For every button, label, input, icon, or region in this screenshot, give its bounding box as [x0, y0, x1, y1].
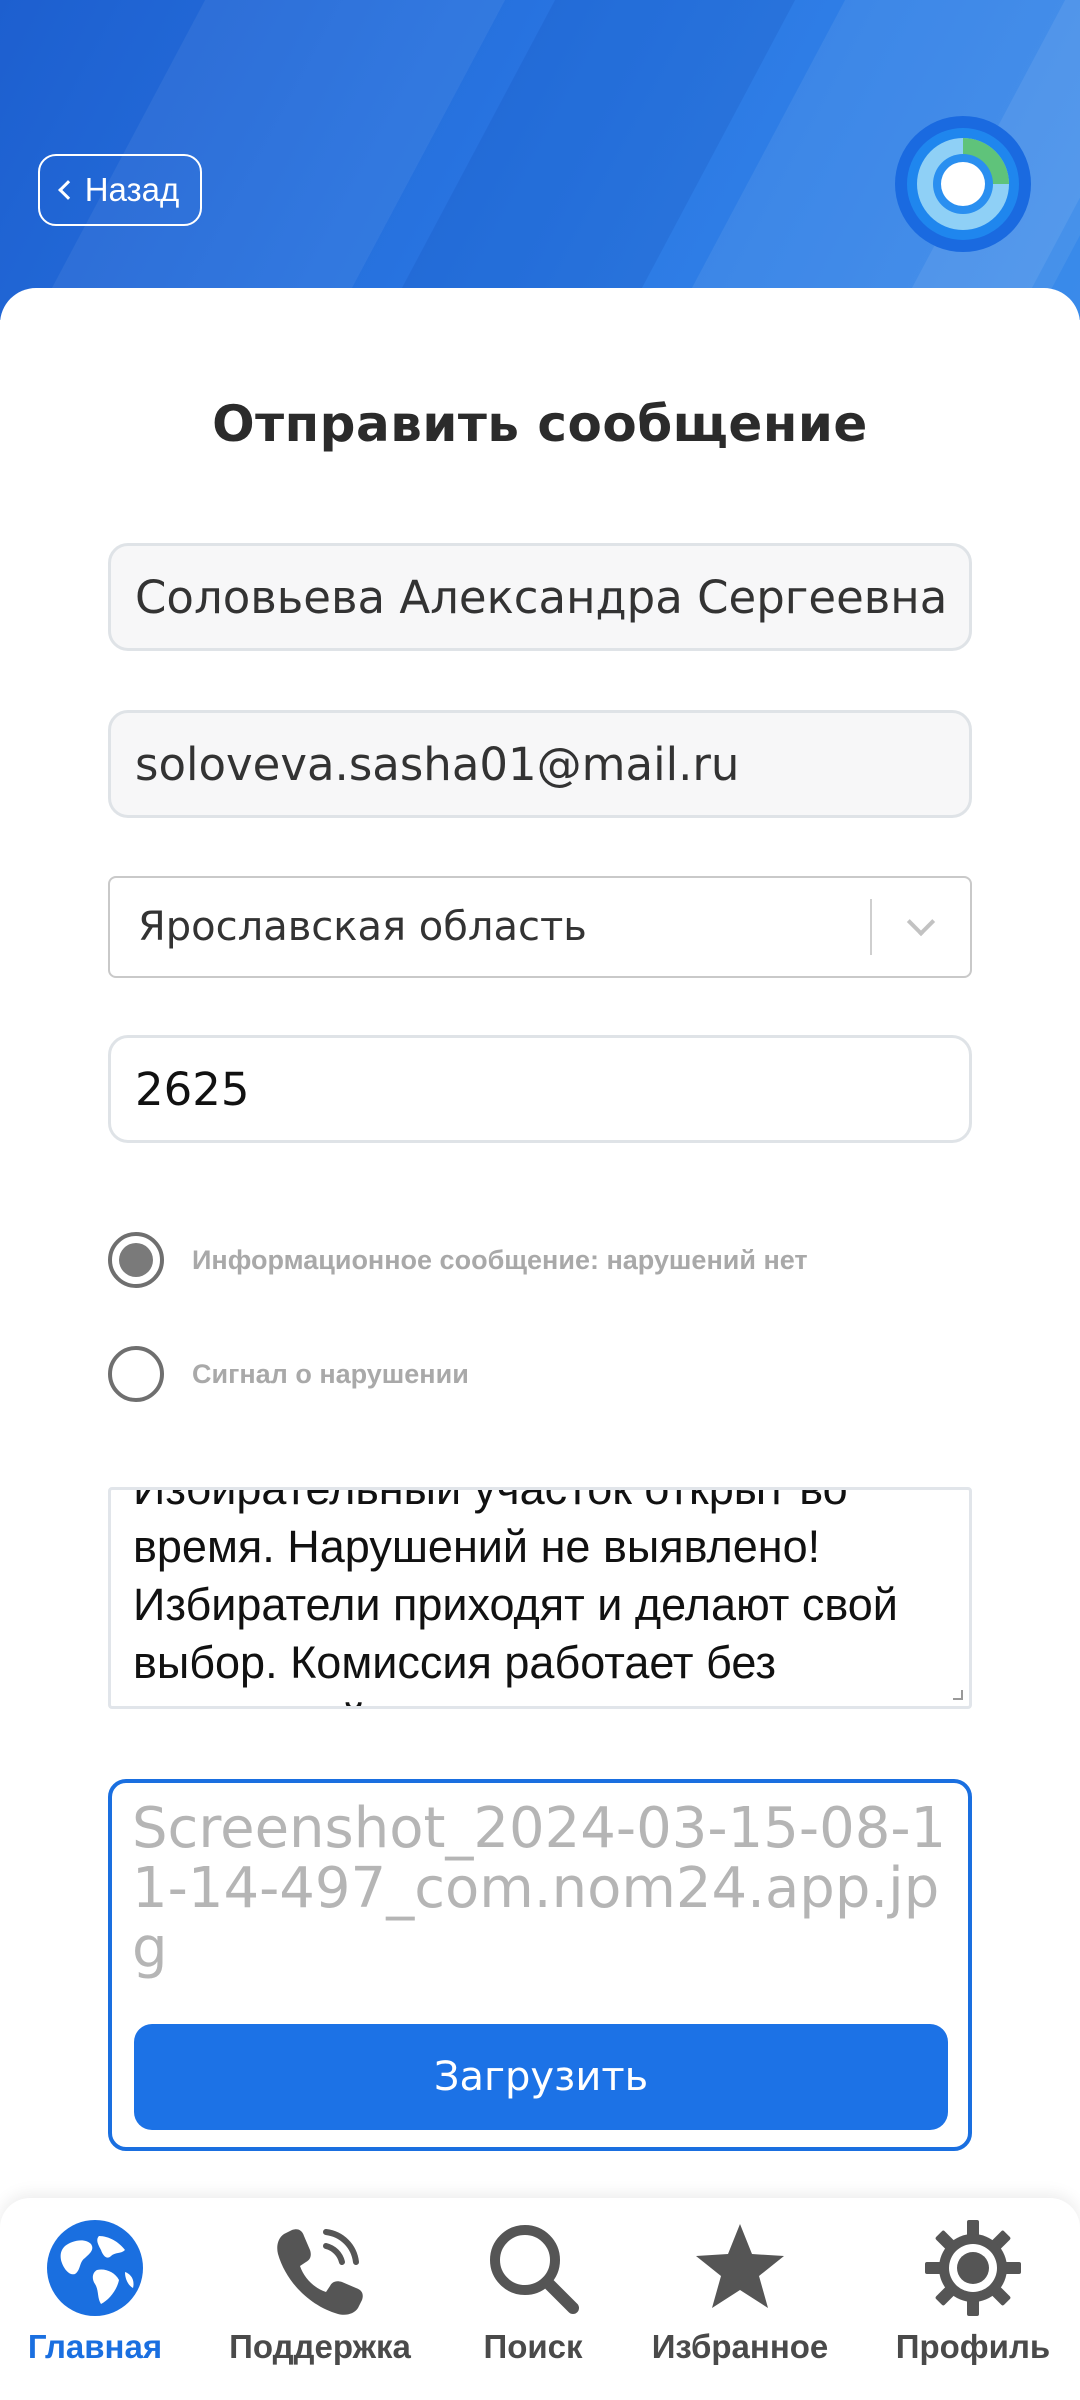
file-upload-box[interactable]: Screenshot_2024-03-15-08-11-14-497_com.n…: [108, 1779, 972, 2151]
nav-label: Профиль: [895, 2328, 1051, 2365]
radio-button[interactable]: [108, 1346, 164, 1402]
nav-label: Поиск: [483, 2328, 583, 2365]
nav-item-profile[interactable]: Профиль: [858, 2212, 1080, 2392]
radio-button-selected[interactable]: [108, 1232, 164, 1288]
polling-station-number-field[interactable]: 2625: [108, 1035, 972, 1143]
region-select-value: Ярославская область: [138, 904, 587, 950]
back-button-label: Назад: [84, 171, 180, 208]
radio-label: Информационное сообщение: нарушений нет: [192, 1244, 808, 1275]
email-field[interactable]: soloveva.sasha01@mail.ru: [108, 710, 972, 818]
upload-button[interactable]: Загрузить: [134, 2024, 948, 2130]
header-banner: Назад: [0, 0, 1080, 320]
search-icon: [490, 2225, 579, 2314]
nav-label: Избранное: [651, 2328, 829, 2365]
region-select[interactable]: Ярославская область: [108, 876, 972, 978]
phone-icon: [277, 2229, 363, 2315]
resize-handle-icon[interactable]: [953, 1690, 963, 1700]
full-name-field[interactable]: Соловьева Александра Сергеевна: [108, 543, 972, 651]
attached-file-name: Screenshot_2024-03-15-08-11-14-497_com.n…: [132, 1796, 947, 1981]
nav-item-search[interactable]: Поиск: [418, 2212, 648, 2392]
message-text: Избирательный участок открыт во время. Н…: [133, 1487, 898, 1706]
radio-option-violation-signal[interactable]: Сигнал о нарушении: [108, 1346, 469, 1402]
nav-item-support[interactable]: Поддержка: [205, 2212, 435, 2392]
app-logo-icon: [895, 116, 1031, 252]
nav-label: Главная: [27, 2328, 163, 2365]
radio-option-info-message[interactable]: Информационное сообщение: нарушений нет: [108, 1232, 808, 1288]
back-button[interactable]: Назад: [38, 154, 202, 226]
page-title: Отправить сообщение: [212, 395, 868, 453]
globe-icon: [47, 2220, 143, 2316]
gear-icon: [925, 2220, 1021, 2316]
chevron-down-icon[interactable]: [872, 878, 970, 976]
star-icon: [696, 2224, 784, 2308]
nav-item-home[interactable]: Главная: [0, 2212, 210, 2392]
bottom-nav: Главная Поддержка Поиск Избранное Профил…: [0, 2198, 1080, 2400]
radio-label: Сигнал о нарушении: [192, 1358, 469, 1389]
message-textarea[interactable]: Избирательный участок открыт во время. Н…: [108, 1487, 972, 1709]
nav-item-favorites[interactable]: Избранное: [625, 2212, 855, 2392]
chevron-left-icon: [57, 180, 78, 200]
nav-label: Поддержка: [229, 2328, 411, 2365]
